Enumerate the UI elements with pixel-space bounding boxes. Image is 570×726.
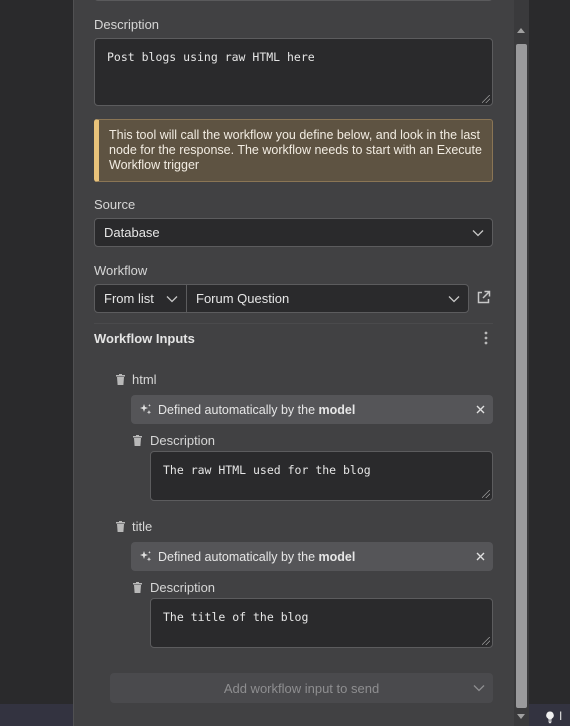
lightbulb-icon[interactable] [543,710,557,724]
scroll-down-arrow-icon[interactable] [517,714,525,719]
input-description-textarea[interactable]: The title of the blog [150,598,493,648]
resize-handle-icon[interactable] [482,637,490,645]
trash-icon[interactable] [116,521,125,532]
workflow-label: Workflow [94,263,148,278]
input-description-value: The raw HTML used for the blog [163,463,371,477]
input-description-label: Description [150,433,216,448]
trash-icon[interactable] [133,435,142,446]
add-workflow-input-select[interactable]: Add workflow input to send [110,673,493,703]
description-textarea[interactable]: Post blogs using raw HTML here [94,38,493,106]
source-selected-value: Database [104,225,160,240]
canvas-background-right [529,0,570,726]
input-description-label: Description [150,580,216,595]
chevron-down-icon [166,295,178,302]
resize-handle-icon[interactable] [482,95,490,103]
add-workflow-input-label: Add workflow input to send [223,680,380,696]
trash-icon[interactable] [116,374,125,385]
section-divider [94,323,493,324]
trash-icon[interactable] [133,582,142,593]
kebab-menu-icon[interactable] [484,331,488,345]
description-label: Description [94,17,160,32]
workflow-select[interactable]: Forum Question [186,284,469,313]
workflow-inputs-heading: Workflow Inputs [94,331,195,346]
previous-field-edge [94,0,493,1]
auto-defined-pill: Defined automatically by the model [131,395,493,424]
workflow-selected-value: Forum Question [196,291,290,306]
resize-handle-icon[interactable] [482,490,490,498]
workflow-mode-select[interactable]: From list [94,284,187,313]
chevron-down-icon [472,229,484,236]
close-icon[interactable] [476,552,485,561]
canvas-background-left [0,0,73,726]
sparkles-icon [140,551,152,562]
canvas-bottom-bar-left [0,704,73,726]
pill-text-strong: model [318,549,356,564]
workflow-mode-value: From list [104,291,154,306]
input-name-html: html [132,372,157,387]
description-value: Post blogs using raw HTML here [107,50,315,64]
close-icon[interactable] [476,405,485,414]
pill-text: Defined automatically by the [158,549,319,564]
scroll-up-arrow-icon[interactable] [517,28,525,33]
input-name-title: title [132,519,153,534]
source-label: Source [94,197,136,212]
notice-text: This tool will call the workflow you def… [109,128,482,172]
external-link-icon[interactable] [476,290,491,305]
tool-settings-panel: Description Post blogs using raw HTML he… [73,0,529,726]
sparkles-icon [140,404,152,415]
source-select[interactable]: Database [94,218,493,247]
pill-text-strong: model [318,402,356,417]
chevron-down-icon [448,295,460,302]
panel-scrollbar[interactable] [514,0,529,726]
workflow-notice-callout: This tool will call the workflow you def… [94,119,493,182]
chevron-down-icon [473,685,485,692]
pill-text: Defined automatically by the [158,402,319,417]
scrollbar-thumb[interactable] [516,44,527,708]
canvas-hint-text: I [559,709,563,723]
auto-defined-pill: Defined automatically by the model [131,542,493,571]
input-description-textarea[interactable]: The raw HTML used for the blog [150,451,493,501]
input-description-value: The title of the blog [163,610,309,624]
